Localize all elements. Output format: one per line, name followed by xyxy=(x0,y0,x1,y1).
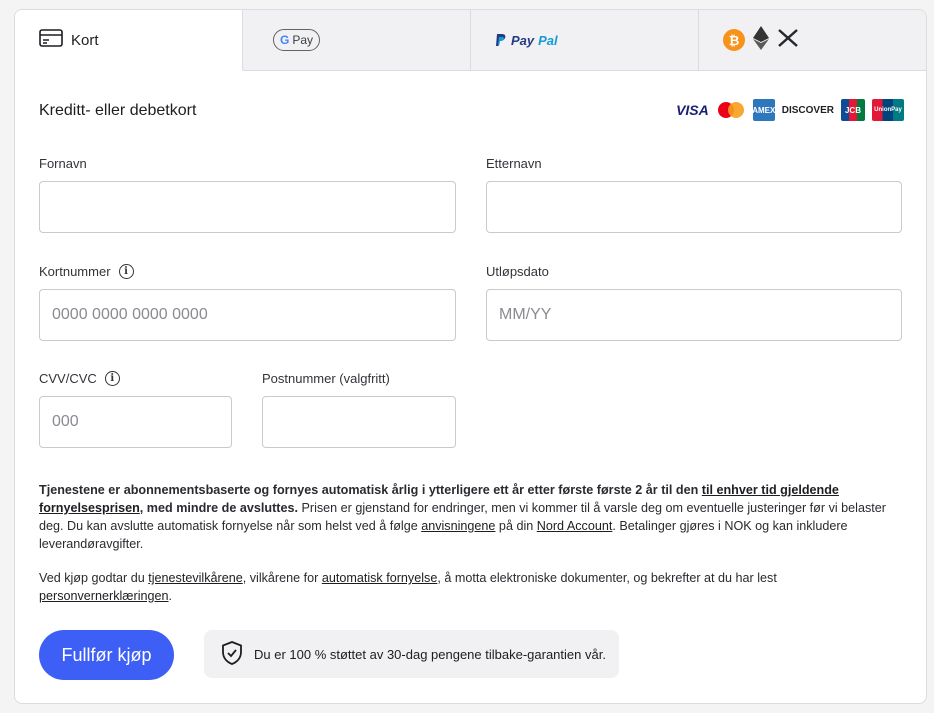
cvv-label: CVV/CVC i xyxy=(39,371,120,386)
tab-google-pay[interactable]: G Pay xyxy=(243,10,471,70)
first-name-input[interactable] xyxy=(39,181,456,233)
info-icon[interactable]: i xyxy=(104,371,120,386)
nord-account-link[interactable]: Nord Account xyxy=(537,519,613,533)
ethereum-icon xyxy=(753,25,769,55)
crypto-icons: ₿ xyxy=(723,25,799,55)
amex-logo: AMEX xyxy=(752,99,775,121)
mastercard-logo xyxy=(716,99,746,121)
card-number-input[interactable] xyxy=(39,289,456,341)
tab-paypal[interactable]: Pay Pal xyxy=(471,10,699,70)
checkout-card: Kort G Pay Pay Pal ₿ Kreditt- eller debe… xyxy=(14,9,927,704)
first-name-label: Fornavn xyxy=(39,156,87,171)
privacy-policy-link[interactable]: personvernerklæringen xyxy=(39,589,169,603)
subscription-terms: Tjenestene er abonnementsbaserte og forn… xyxy=(39,483,886,551)
payment-method-tabs: Kort G Pay Pay Pal ₿ xyxy=(15,10,926,71)
unionpay-logo: UnionPay xyxy=(872,99,904,121)
shield-check-icon xyxy=(220,640,244,669)
last-name-input[interactable] xyxy=(486,181,902,233)
auto-renewal-link[interactable]: automatisk fornyelse xyxy=(322,571,438,585)
purchase-agreement: Ved kjøp godtar du tjenestevilkårene, vi… xyxy=(39,571,777,603)
money-back-guarantee: Du er 100 % støttet av 30-dag pengene ti… xyxy=(204,630,619,678)
xrp-icon xyxy=(777,28,799,53)
postal-code-input[interactable] xyxy=(262,396,456,448)
last-name-label: Etternavn xyxy=(486,156,542,171)
paypal-logo: Pay Pal xyxy=(495,33,558,48)
terms-of-service-link[interactable]: tjenestevilkårene xyxy=(148,571,243,585)
visa-logo: VISA xyxy=(676,102,709,118)
postal-code-label: Postnummer (valgfritt) xyxy=(262,371,390,386)
cvv-input[interactable] xyxy=(39,396,232,448)
expiry-label: Utløpsdato xyxy=(486,264,549,279)
credit-card-icon xyxy=(39,28,63,52)
instructions-link[interactable]: anvisningene xyxy=(421,519,495,533)
form-title: Kreditt- eller debetkort xyxy=(39,102,197,119)
discover-logo: DISCOVER xyxy=(781,104,834,116)
complete-purchase-button[interactable]: Fullfør kjøp xyxy=(39,630,174,680)
tab-card[interactable]: Kort xyxy=(15,10,243,71)
tab-card-label: Kort xyxy=(71,31,99,49)
google-pay-logo: G Pay xyxy=(273,29,321,51)
info-icon[interactable]: i xyxy=(118,264,134,279)
tab-crypto[interactable]: ₿ xyxy=(699,10,926,70)
card-number-label: Kortnummer i xyxy=(39,264,134,279)
expiry-input[interactable] xyxy=(486,289,902,341)
jcb-logo: JCB xyxy=(841,99,865,121)
guarantee-text: Du er 100 % støttet av 30-dag pengene ti… xyxy=(254,646,606,662)
bitcoin-icon: ₿ xyxy=(723,29,745,51)
card-brand-logos: VISA AMEX DISCOVER JCB UnionPay xyxy=(676,99,904,121)
